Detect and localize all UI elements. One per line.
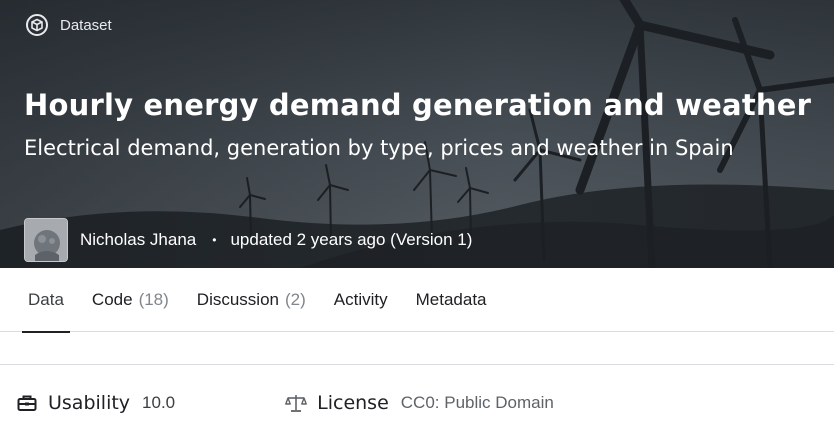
tab-label: Discussion <box>196 290 279 309</box>
usability-label: Usability <box>48 392 131 414</box>
tab-count: (2) <box>285 290 306 309</box>
tab-discussion[interactable]: Discussion (2) <box>187 268 316 332</box>
license-label: License <box>317 392 389 414</box>
section-divider <box>0 364 834 365</box>
page-title: Hourly energy demand generation and weat… <box>24 88 812 122</box>
author-link[interactable]: Nicholas Jhana <box>80 230 196 250</box>
tab-data[interactable]: Data <box>18 268 74 333</box>
byline-separator: • <box>212 233 217 247</box>
tab-label: Metadata <box>415 290 487 309</box>
tab-label: Code <box>91 290 133 309</box>
scales-icon <box>285 392 308 414</box>
toolbox-icon <box>16 392 38 414</box>
tab-activity[interactable]: Activity <box>324 268 398 332</box>
tab-metadata[interactable]: Metadata <box>406 268 497 332</box>
page-subtitle: Electrical demand, generation by type, p… <box>24 136 734 160</box>
dataset-tabs: Data Code (18) Discussion (2) Activity M… <box>0 268 834 333</box>
tab-count: (18) <box>138 290 169 309</box>
dataset-cube-icon <box>24 12 50 38</box>
dataset-info-row: Usability 10.0 License CC0: Public Domai… <box>16 392 816 414</box>
license-value: CC0: Public Domain <box>400 393 554 412</box>
tab-code[interactable]: Code (18) <box>82 268 179 332</box>
author-byline: Nicholas Jhana • updated 2 years ago (Ve… <box>24 218 472 262</box>
dataset-type-text: Dataset <box>60 16 112 34</box>
license-info[interactable]: License CC0: Public Domain <box>285 392 554 414</box>
tab-label: Data <box>28 290 64 309</box>
tab-label: Activity <box>333 290 388 309</box>
usability-info[interactable]: Usability 10.0 <box>16 392 175 414</box>
dataset-type-label: Dataset <box>24 12 112 38</box>
avatar[interactable] <box>24 218 68 262</box>
updated-text: updated 2 years ago (Version 1) <box>230 230 473 249</box>
usability-value: 10.0 <box>142 393 176 412</box>
dataset-header-banner: Dataset Hourly energy demand generation … <box>0 0 834 268</box>
